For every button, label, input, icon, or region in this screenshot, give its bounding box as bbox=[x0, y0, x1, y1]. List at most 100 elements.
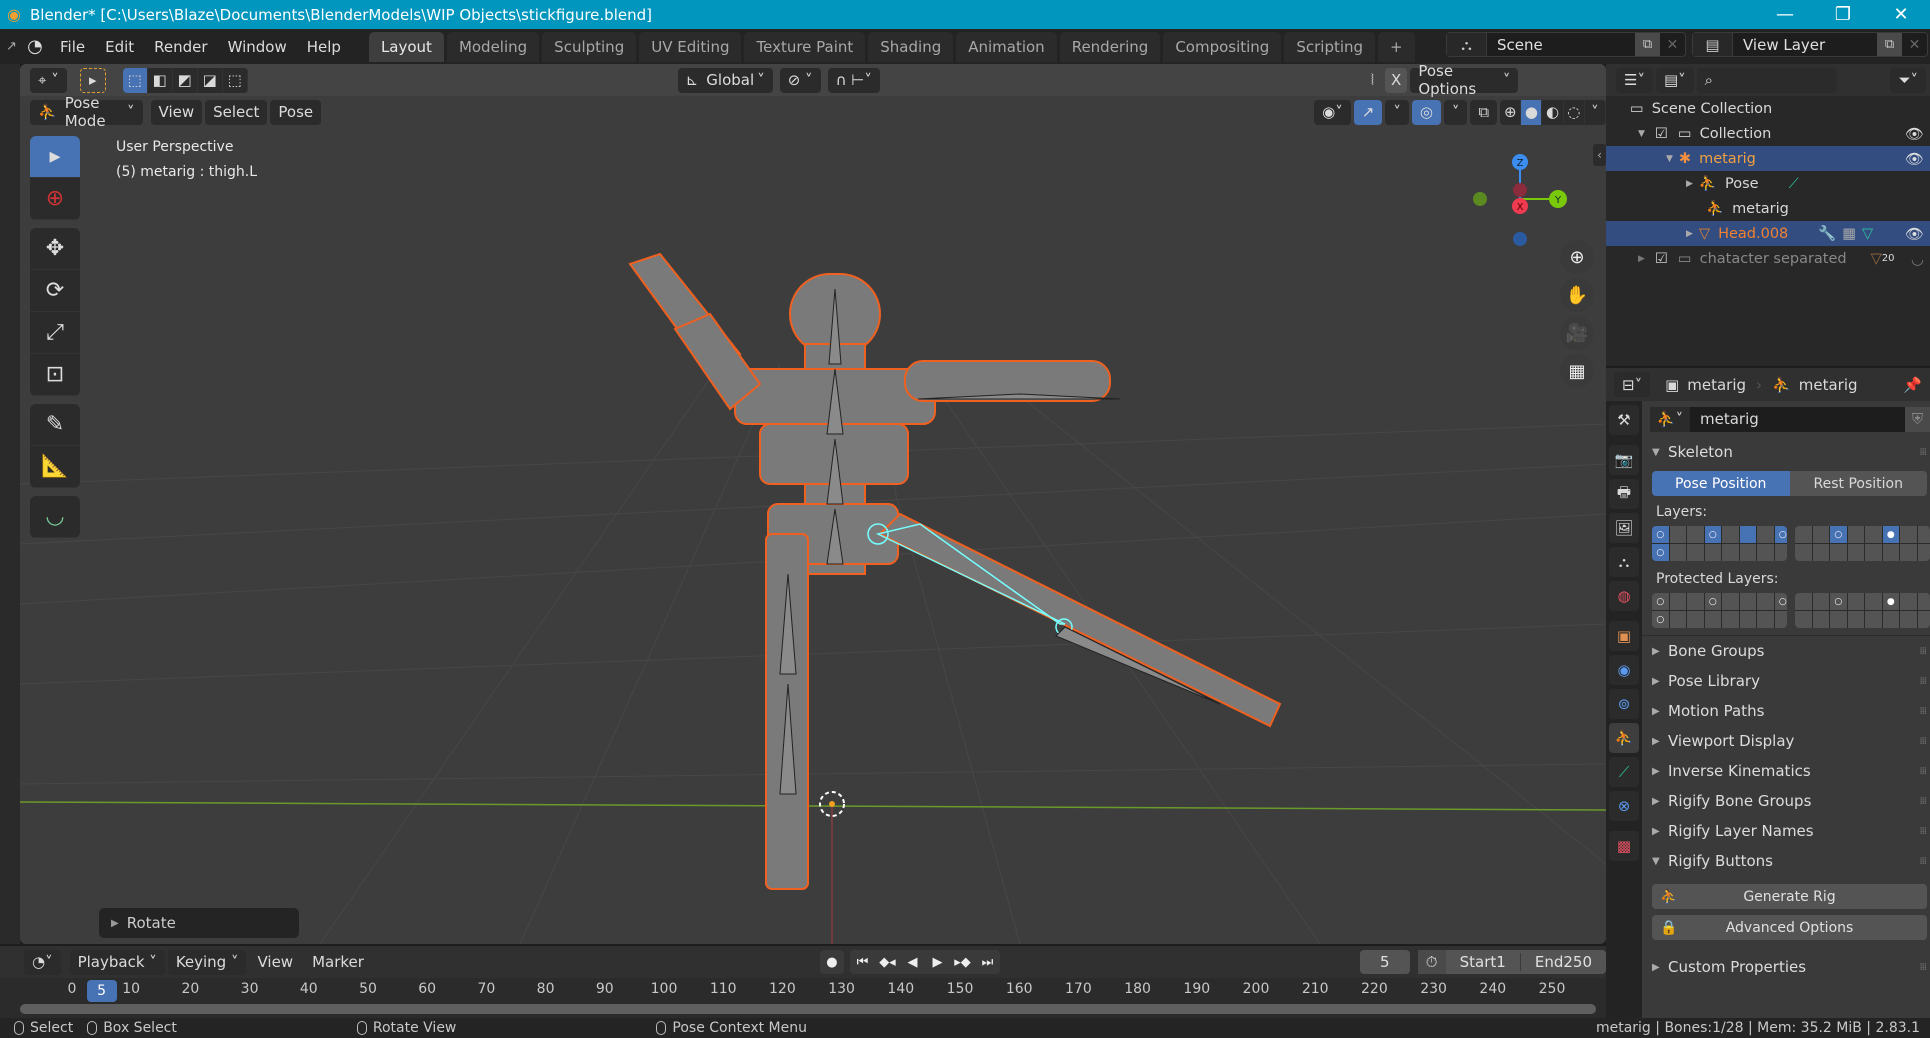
scale-tool-icon[interactable]: ⤢ bbox=[30, 312, 80, 354]
navigation-gizmo[interactable]: Z Y X bbox=[1460, 144, 1580, 264]
drag-grip-icon[interactable]: ⁞⁞⁞ bbox=[1919, 676, 1926, 687]
panel-viewport-display[interactable]: ▶ Viewport Display ⁞⁞⁞ bbox=[1642, 726, 1930, 756]
layer-cell[interactable] bbox=[1757, 544, 1774, 561]
play-icon[interactable]: ▶ bbox=[925, 950, 950, 974]
layer-cell[interactable] bbox=[1830, 611, 1847, 628]
wireframe-shading-icon[interactable]: ⊕ bbox=[1500, 99, 1522, 125]
move-tool-icon[interactable]: ✥ bbox=[30, 228, 80, 270]
camera-view-icon[interactable]: 🎥 bbox=[1560, 316, 1594, 350]
layer-cell[interactable]: ○ bbox=[1704, 593, 1721, 610]
select-tool-icon[interactable]: ▸ bbox=[79, 67, 106, 93]
layer-cell[interactable] bbox=[1882, 611, 1899, 628]
tab-compositing[interactable]: Compositing bbox=[1163, 31, 1282, 62]
tab-rendering[interactable]: Rendering bbox=[1059, 31, 1161, 62]
menu-window[interactable]: Window bbox=[218, 38, 297, 56]
texture-tab-icon[interactable]: ▩ bbox=[1609, 831, 1639, 861]
tab-texture-paint[interactable]: Texture Paint bbox=[744, 31, 866, 62]
tab-sculpting[interactable]: Sculpting bbox=[542, 31, 637, 62]
drag-grip-icon[interactable]: ⁞⁞⁞ bbox=[1919, 736, 1926, 747]
drag-grip-icon[interactable]: ⁞⁞⁞ bbox=[1919, 796, 1926, 807]
layer-cell[interactable]: ○ bbox=[1652, 593, 1669, 610]
layer-cell[interactable] bbox=[1847, 611, 1864, 628]
layer-cell[interactable] bbox=[1865, 593, 1882, 610]
layer-cell[interactable] bbox=[1687, 611, 1704, 628]
editor-type-icon[interactable]: ⊟˅ bbox=[1614, 372, 1651, 397]
layer-cell[interactable] bbox=[1687, 544, 1704, 561]
scene-tab-icon[interactable]: ⛬ bbox=[1609, 547, 1639, 577]
rendered-shading-icon[interactable]: ◌ bbox=[1564, 99, 1585, 125]
play-reverse-icon[interactable]: ◀ bbox=[900, 950, 925, 974]
layer-cell[interactable]: ○ bbox=[1652, 611, 1669, 628]
drag-grip-icon[interactable]: ⁞⁞⁞ bbox=[1919, 706, 1926, 717]
tab-scripting[interactable]: Scripting bbox=[1284, 31, 1376, 62]
layer-cell[interactable]: ○ bbox=[1652, 544, 1669, 561]
pan-hand-icon[interactable]: ✋ bbox=[1560, 278, 1594, 312]
layer-cell[interactable]: ○ bbox=[1774, 526, 1787, 543]
layer-cell[interactable] bbox=[1687, 526, 1704, 543]
rest-position-button[interactable]: Rest Position bbox=[1789, 471, 1927, 496]
menu-playback[interactable]: Playback ˅ bbox=[69, 949, 165, 975]
menu-render[interactable]: Render bbox=[144, 38, 217, 56]
scene-selector[interactable]: ⛬ Scene ⧉ ✕ bbox=[1446, 32, 1686, 57]
visibility-toggle-icon[interactable]: ◡ bbox=[1911, 250, 1924, 268]
mesh-data-icon[interactable]: ▽ bbox=[1862, 226, 1873, 242]
next-keyframe-icon[interactable]: ▸◆ bbox=[950, 950, 975, 974]
layer-cell[interactable] bbox=[1669, 544, 1686, 561]
layer-cell[interactable] bbox=[1812, 611, 1829, 628]
layer-cell[interactable]: ○ bbox=[1774, 593, 1787, 610]
layer-cell[interactable] bbox=[1669, 593, 1686, 610]
physics-tab-icon[interactable]: ◉ bbox=[1609, 655, 1639, 685]
world-tab-icon[interactable]: ◍ bbox=[1609, 581, 1639, 611]
menu-marker[interactable]: Marker bbox=[304, 950, 372, 975]
datablock-selector[interactable]: ⛹˅ metarig ⛨ bbox=[1650, 406, 1930, 432]
outliner-row-scene-collection[interactable]: ▭ Scene Collection bbox=[1606, 96, 1930, 121]
checkbox-icon[interactable]: ☑ bbox=[1655, 126, 1668, 142]
layer-cell[interactable] bbox=[1847, 593, 1864, 610]
expand-triangle-icon[interactable]: ▶ bbox=[1686, 179, 1693, 189]
panel-rigify-bone-groups[interactable]: ▶ Rigify Bone Groups ⁞⁞⁞ bbox=[1642, 786, 1930, 816]
transform-tool-icon[interactable]: ⊡ bbox=[30, 354, 80, 396]
menu-keying[interactable]: Keying ˅ bbox=[167, 949, 247, 975]
end-frame-field[interactable]: End 250 bbox=[1521, 953, 1606, 971]
zoom-icon[interactable]: ⊕ bbox=[1560, 240, 1594, 274]
fake-user-shield-icon[interactable]: ⛨ bbox=[1905, 406, 1930, 432]
eye-icon[interactable]: 👁 bbox=[1905, 225, 1924, 243]
layer-cell[interactable] bbox=[1812, 526, 1829, 543]
layer-cell[interactable] bbox=[1900, 593, 1917, 610]
snap-icon[interactable]: ∩ ⊢˅ bbox=[827, 67, 880, 93]
layer-cell[interactable] bbox=[1865, 611, 1882, 628]
tool-tab-icon[interactable]: ⚒ bbox=[1609, 405, 1639, 435]
modifier-wrench-icon[interactable]: 🔧 bbox=[1818, 225, 1836, 242]
x-mirror-toggle[interactable]: X bbox=[1385, 67, 1408, 93]
layer-cell[interactable] bbox=[1739, 526, 1756, 543]
maximize-button[interactable]: ❐ bbox=[1814, 0, 1872, 29]
overlay-dropdown-icon[interactable]: ˅ bbox=[1443, 99, 1468, 125]
measure-tool-icon[interactable]: 📐 bbox=[30, 446, 80, 488]
close-button[interactable]: ✕ bbox=[1872, 0, 1930, 29]
layer-cell[interactable] bbox=[1722, 611, 1739, 628]
armature-data-tab-icon[interactable]: ⛹ bbox=[1609, 723, 1639, 753]
panel-inverse-kinematics[interactable]: ▶ Inverse Kinematics ⁞⁞⁞ bbox=[1642, 756, 1930, 786]
sidebar-toggle-icon[interactable]: ‹ bbox=[1593, 144, 1606, 166]
layer-cell[interactable] bbox=[1774, 544, 1787, 561]
armature-browse-icon[interactable]: ⛹˅ bbox=[1650, 406, 1690, 432]
layer-cell[interactable]: ○ bbox=[1704, 526, 1721, 543]
layer-cell[interactable]: ● bbox=[1882, 526, 1899, 543]
render-tab-icon[interactable]: 📷 bbox=[1609, 445, 1639, 475]
layer-cell[interactable] bbox=[1722, 544, 1739, 561]
gizmo-dropdown-icon[interactable]: ˅ bbox=[1385, 99, 1409, 125]
layer-cell[interactable] bbox=[1669, 526, 1686, 543]
layer-cell[interactable] bbox=[1900, 526, 1917, 543]
panel-bone-groups[interactable]: ▶ Bone Groups ⁞⁞⁞ bbox=[1642, 636, 1930, 666]
menu-view[interactable]: View bbox=[150, 99, 203, 125]
tab-shading[interactable]: Shading bbox=[868, 31, 954, 62]
right-upperarm-mesh[interactable] bbox=[673, 312, 762, 411]
cursor-tool-icon[interactable]: ⊕ bbox=[30, 178, 80, 220]
panel-pose-library[interactable]: ▶ Pose Library ⁞⁞⁞ bbox=[1642, 666, 1930, 696]
display-mode-icon[interactable]: ▤˅ bbox=[1655, 67, 1694, 93]
select-box-tool-icon[interactable]: ▸ bbox=[30, 136, 80, 178]
layer-cell[interactable] bbox=[1757, 593, 1774, 610]
delete-view-layer-icon[interactable]: ✕ bbox=[1902, 33, 1927, 56]
start-frame-field[interactable]: Start 1 bbox=[1446, 953, 1521, 971]
layer-cell[interactable] bbox=[1739, 544, 1756, 561]
